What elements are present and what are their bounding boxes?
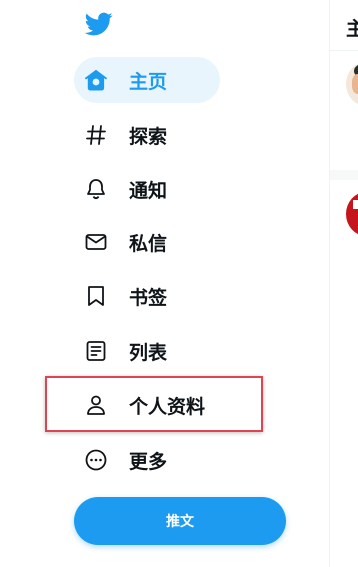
- sidebar-item-more[interactable]: 更多: [74, 437, 204, 483]
- sidebar-item-label: 探索: [129, 125, 168, 148]
- tweet-button[interactable]: 推文: [74, 497, 286, 545]
- sidebar-item-label: 更多: [129, 450, 168, 473]
- sidebar-item-notifications[interactable]: 通知: [74, 166, 204, 212]
- twitter-page: 主页 探索 通知 私信 书签 列表 个人资料 更多 推文: [0, 0, 358, 567]
- envelope-icon: [84, 230, 108, 254]
- page-title: 主: [346, 14, 358, 41]
- sidebar-item-label: 主页: [129, 70, 168, 93]
- sidebar-item-lists[interactable]: 列表: [74, 328, 204, 374]
- avatar[interactable]: [346, 192, 358, 236]
- sidebar-item-label: 通知: [129, 179, 168, 202]
- bookmark-icon: [84, 284, 108, 308]
- sidebar-item-home[interactable]: 主页: [74, 57, 220, 103]
- sidebar-item-label: 书签: [129, 286, 168, 309]
- avatar[interactable]: [346, 62, 358, 106]
- sidebar-item-bookmarks[interactable]: 书签: [74, 273, 204, 319]
- home-icon: [84, 68, 108, 92]
- sidebar-item-messages[interactable]: 私信: [74, 219, 204, 265]
- divider: [330, 50, 358, 51]
- list-icon: [84, 339, 108, 363]
- timeline-column: 主: [329, 0, 358, 567]
- highlight-box: [45, 376, 263, 432]
- divider: [330, 170, 358, 180]
- sidebar-item-explore[interactable]: 探索: [74, 112, 204, 158]
- bell-icon: [84, 177, 108, 201]
- avatar-logo-mark: [353, 200, 358, 209]
- twitter-bird-icon[interactable]: [84, 10, 114, 38]
- sidebar-item-label: 私信: [129, 232, 168, 255]
- avatar-face: [352, 74, 358, 94]
- hashtag-icon: [84, 123, 108, 147]
- more-circle-icon: [84, 448, 108, 472]
- sidebar-item-label: 列表: [129, 341, 168, 364]
